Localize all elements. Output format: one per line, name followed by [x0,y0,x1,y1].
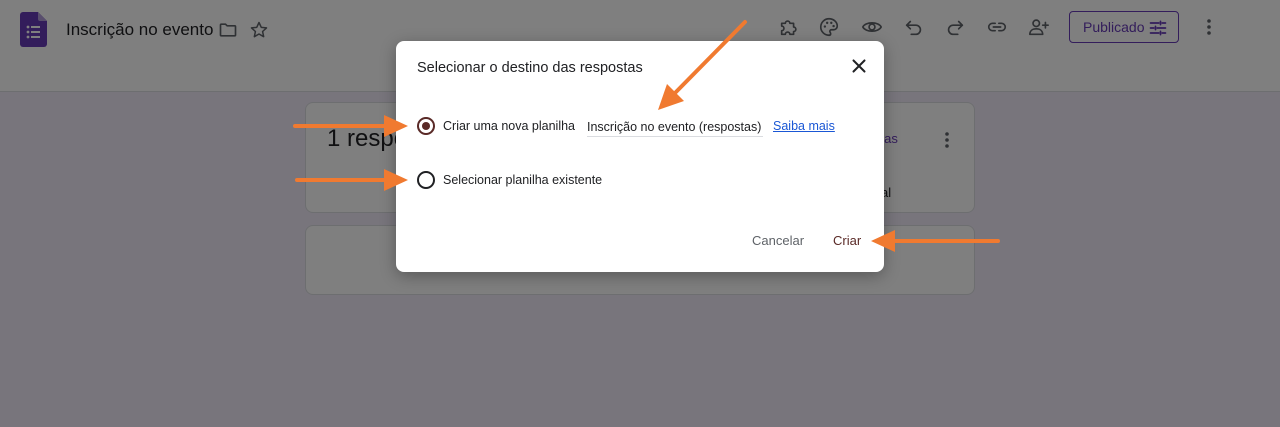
dialog-title: Selecionar o destino das respostas [417,60,643,76]
cancel-button[interactable]: Cancelar [752,233,804,248]
create-button[interactable]: Criar [833,233,861,248]
learn-more-link[interactable]: Saiba mais [773,119,835,133]
option-create-new-sheet-label[interactable]: Criar uma nova planilha [443,119,575,133]
new-sheet-name-input[interactable] [587,115,763,137]
option-select-existing-sheet-label[interactable]: Selecionar planilha existente [443,173,602,187]
response-destination-dialog: Selecionar o destino das respostas Criar… [396,41,884,272]
radio-create-new-sheet[interactable] [417,117,435,135]
radio-select-existing-sheet[interactable] [417,171,435,189]
close-icon[interactable] [848,55,870,77]
